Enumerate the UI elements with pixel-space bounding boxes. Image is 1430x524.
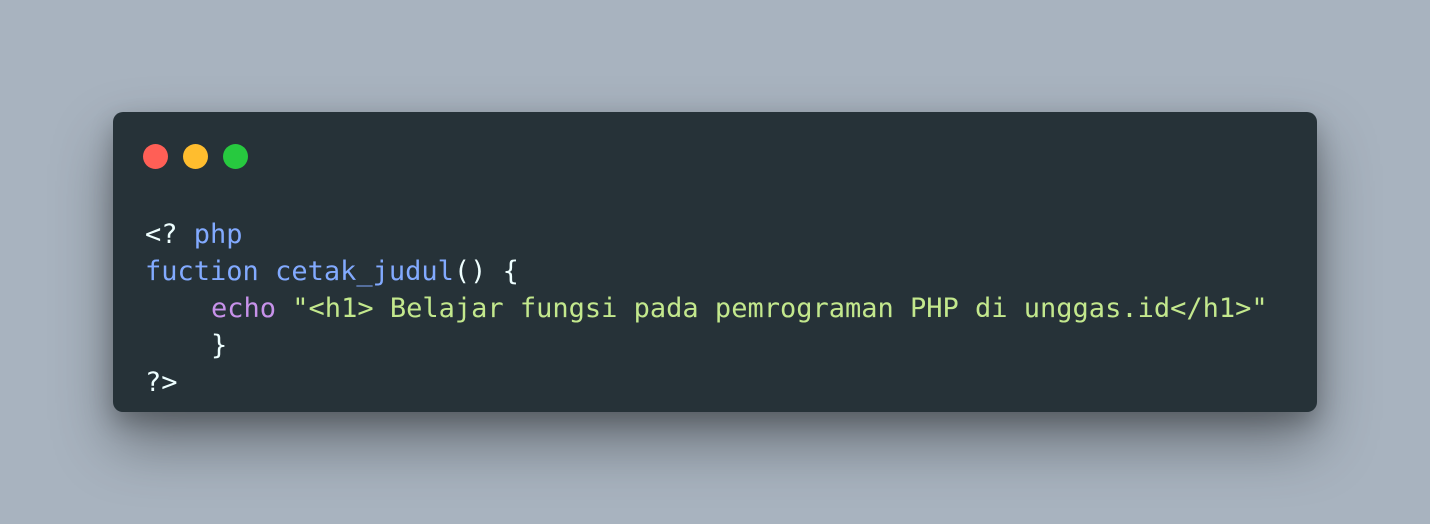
code-line-1: <? php [145,216,1268,253]
open-brace: { [486,256,519,287]
code-line-3: echo "<h1> Belajar fungsi pada pemrogram… [145,290,1268,327]
php-close-tag: ?> [145,367,178,398]
echo-string: "<h1> Belajar fungsi pada pemrograman PH… [292,293,1268,324]
code-window: <? php fuction cetak_judul() {echo "<h1> … [113,112,1317,412]
maximize-dot-icon[interactable] [223,144,248,169]
code-line-5: ?> [145,364,1268,401]
echo-keyword: echo [211,293,277,324]
code-line-2: fuction cetak_judul() { [145,253,1268,290]
close-brace: } [211,330,228,361]
window-controls [143,144,248,169]
code-block: <? php fuction cetak_judul() {echo "<h1> … [145,216,1268,401]
function-name: cetak_judul [275,256,454,287]
php-open-tag: <? [145,219,178,250]
minimize-dot-icon[interactable] [183,144,208,169]
php-keyword: php [193,219,243,250]
close-dot-icon[interactable] [143,144,168,169]
function-parens: () [453,256,487,287]
code-line-4: } [145,327,1268,364]
function-keyword: fuction [145,256,259,287]
